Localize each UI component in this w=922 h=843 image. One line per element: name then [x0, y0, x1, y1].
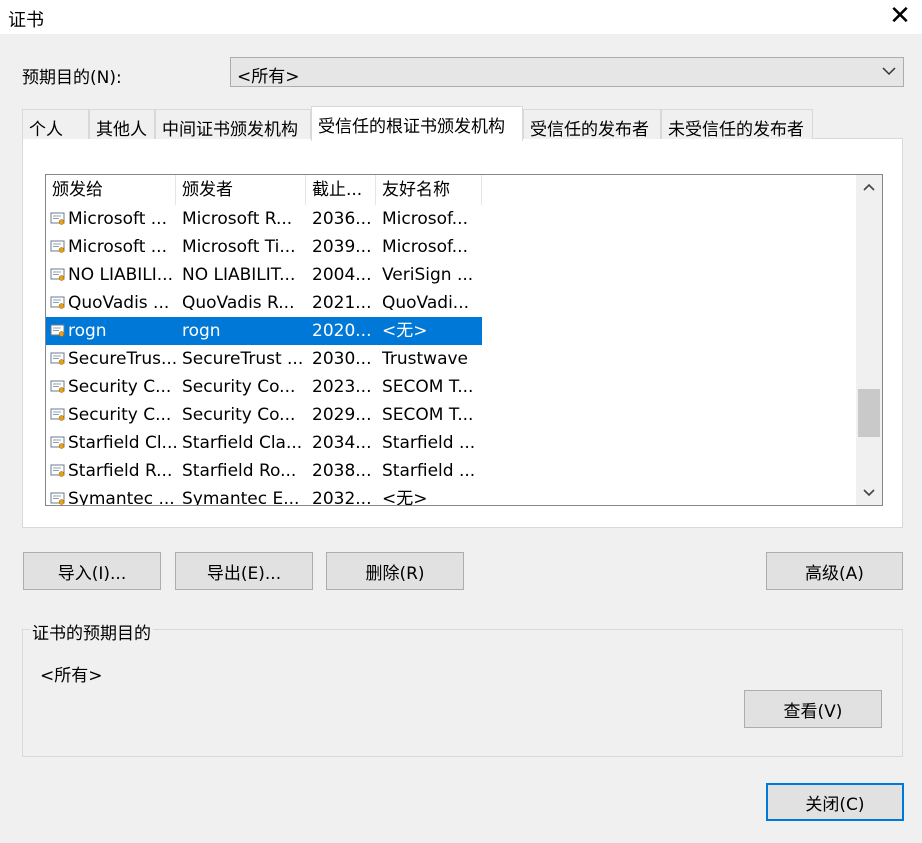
- cell-issued-to: rogn: [68, 321, 107, 341]
- intended-purpose-dropdown[interactable]: <所有>: [230, 57, 904, 87]
- cell-issued-by: rogn: [182, 321, 221, 341]
- cell-issued-to: Starfield Cl...: [68, 433, 176, 453]
- cell-issued-by: SecureTrust ...: [182, 349, 304, 369]
- table-row[interactable]: Symantec ... Symantec E... 2032... <无>: [46, 485, 482, 506]
- cell-issued-to: Symantec ...: [68, 489, 175, 506]
- cell-issued-to: Security C...: [68, 405, 172, 425]
- close-button[interactable]: 关闭(C): [766, 783, 904, 821]
- tab-personal[interactable]: 个人: [22, 109, 89, 140]
- cell-expiration: 2023...: [312, 377, 372, 397]
- cell-issued-to: Security C...: [68, 377, 172, 397]
- certificate-icon: [50, 380, 65, 393]
- intended-purpose-value: <所有>: [237, 67, 300, 87]
- cell-friendly-name: Starfield ...: [382, 433, 476, 453]
- cell-friendly-name: Microsof...: [382, 237, 468, 257]
- cell-friendly-name: SECOM T...: [382, 377, 474, 397]
- cell-expiration: 2039...: [312, 237, 372, 257]
- remove-button[interactable]: 删除(R): [326, 552, 464, 590]
- tab-intermediate-ca[interactable]: 中间证书颁发机构: [155, 109, 311, 140]
- table-row[interactable]: Starfield Cl... Starfield Cla... 2034... St…: [46, 429, 482, 457]
- certificate-icon: [50, 240, 65, 253]
- cell-expiration: 2021...: [312, 293, 372, 313]
- cell-expiration: 2020...: [312, 321, 372, 341]
- table-row[interactable]: Starfield R... Starfield Ro... 2038... Star…: [46, 457, 482, 485]
- export-button[interactable]: 导出(E)...: [175, 552, 313, 590]
- cell-issued-by: QuoVadis R...: [182, 293, 295, 313]
- cell-friendly-name: VeriSign ...: [382, 265, 474, 285]
- certificate-icon: [50, 408, 65, 421]
- certificate-icon: [50, 352, 65, 365]
- cell-friendly-name: <无>: [382, 321, 428, 341]
- tab-trusted-root-ca[interactable]: 受信任的根证书颁发机构: [311, 106, 523, 141]
- cell-friendly-name: Starfield ...: [382, 461, 476, 481]
- cell-expiration: 2034...: [312, 433, 372, 453]
- cell-issued-by: NO LIABILIT...: [182, 265, 296, 285]
- cell-issued-by: Starfield Ro...: [182, 461, 297, 481]
- table-row[interactable]: Microsoft ... Microsoft Ti... 2039... Micro…: [46, 233, 482, 261]
- intended-purposes-value: <所有>: [40, 666, 103, 686]
- tab-trusted-publishers[interactable]: 受信任的发布者: [523, 109, 661, 140]
- intended-purpose-label: 预期目的(N):: [22, 68, 122, 88]
- cell-friendly-name: Trustwave: [382, 349, 469, 369]
- cell-expiration: 2032...: [312, 489, 372, 506]
- column-header-expiration[interactable]: 截止...: [306, 175, 376, 205]
- column-header-issued-by[interactable]: 颁发者: [176, 175, 306, 205]
- table-row[interactable]: NO LIABILI... NO LIABILIT... 2004... VeriSi…: [46, 261, 482, 289]
- cell-issued-by: Microsoft R...: [182, 209, 293, 229]
- import-button[interactable]: 导入(I)...: [23, 552, 161, 590]
- cell-issued-to: Microsoft ...: [68, 237, 167, 257]
- table-row[interactable]: Security C... Security Co... 2029... SECOM …: [46, 401, 482, 429]
- cell-expiration: 2004...: [312, 265, 372, 285]
- chevron-down-icon: [882, 67, 896, 76]
- view-button[interactable]: 查看(V): [744, 690, 882, 728]
- cell-issued-to: NO LIABILI...: [68, 265, 173, 285]
- cell-issued-to: SecureTrus...: [68, 349, 176, 369]
- window-title: 证书: [8, 10, 44, 31]
- list-header: 颁发给 颁发者 截止... 友好名称: [46, 175, 866, 205]
- table-row[interactable]: rogn rogn 2020... <无>: [46, 317, 482, 345]
- table-row[interactable]: Security C... Security Co... 2023... SECOM …: [46, 373, 482, 401]
- certificate-icon: [50, 324, 65, 337]
- certificate-icon: [50, 492, 65, 505]
- cell-issued-to: QuoVadis ...: [68, 293, 170, 313]
- advanced-button[interactable]: 高级(A): [766, 552, 903, 590]
- cell-issued-by: Security Co...: [182, 377, 296, 397]
- tab-untrusted-publishers[interactable]: 未受信任的发布者: [661, 109, 813, 140]
- certificate-list[interactable]: 颁发给 颁发者 截止... 友好名称 Microsoft ... Microsof…: [45, 174, 883, 506]
- certificate-icon: [50, 212, 65, 225]
- column-header-issued-to[interactable]: 颁发给: [46, 175, 176, 205]
- cell-issued-by: Security Co...: [182, 405, 296, 425]
- cell-expiration: 2030...: [312, 349, 372, 369]
- cell-expiration: 2038...: [312, 461, 372, 481]
- scroll-up-icon[interactable]: [856, 175, 882, 201]
- cell-issued-to: Starfield R...: [68, 461, 173, 481]
- cell-issued-by: Microsoft Ti...: [182, 237, 296, 257]
- vertical-scrollbar[interactable]: [856, 175, 882, 505]
- cell-expiration: 2029...: [312, 405, 372, 425]
- certificate-icon: [50, 268, 65, 281]
- cell-friendly-name: Microsof...: [382, 209, 468, 229]
- certificate-icon: [50, 296, 65, 309]
- tab-other-people[interactable]: 其他人: [89, 109, 155, 140]
- cell-friendly-name: <无>: [382, 489, 428, 506]
- table-row[interactable]: SecureTrus... SecureTrust ... 2030... Trust…: [46, 345, 482, 373]
- scroll-down-icon[interactable]: [856, 479, 882, 505]
- cell-expiration: 2036...: [312, 209, 372, 229]
- table-row[interactable]: QuoVadis ... QuoVadis R... 2021... QuoVadi.…: [46, 289, 482, 317]
- cell-friendly-name: SECOM T...: [382, 405, 474, 425]
- table-row[interactable]: Microsoft ... Microsoft R... 2036... Micros…: [46, 205, 482, 233]
- certificate-icon: [50, 436, 65, 449]
- cell-issued-by: Starfield Cla...: [182, 433, 303, 453]
- cell-friendly-name: QuoVadi...: [382, 293, 470, 313]
- certificate-icon: [50, 464, 65, 477]
- scrollbar-thumb[interactable]: [858, 389, 880, 437]
- title-bar: 证书 ✕: [0, 0, 922, 34]
- column-header-friendly-name[interactable]: 友好名称: [376, 175, 482, 205]
- cell-issued-to: Microsoft ...: [68, 209, 167, 229]
- cell-issued-by: Symantec E...: [182, 489, 300, 506]
- intended-purposes-label: 证书的预期目的: [30, 619, 153, 644]
- close-icon[interactable]: ✕: [886, 1, 914, 31]
